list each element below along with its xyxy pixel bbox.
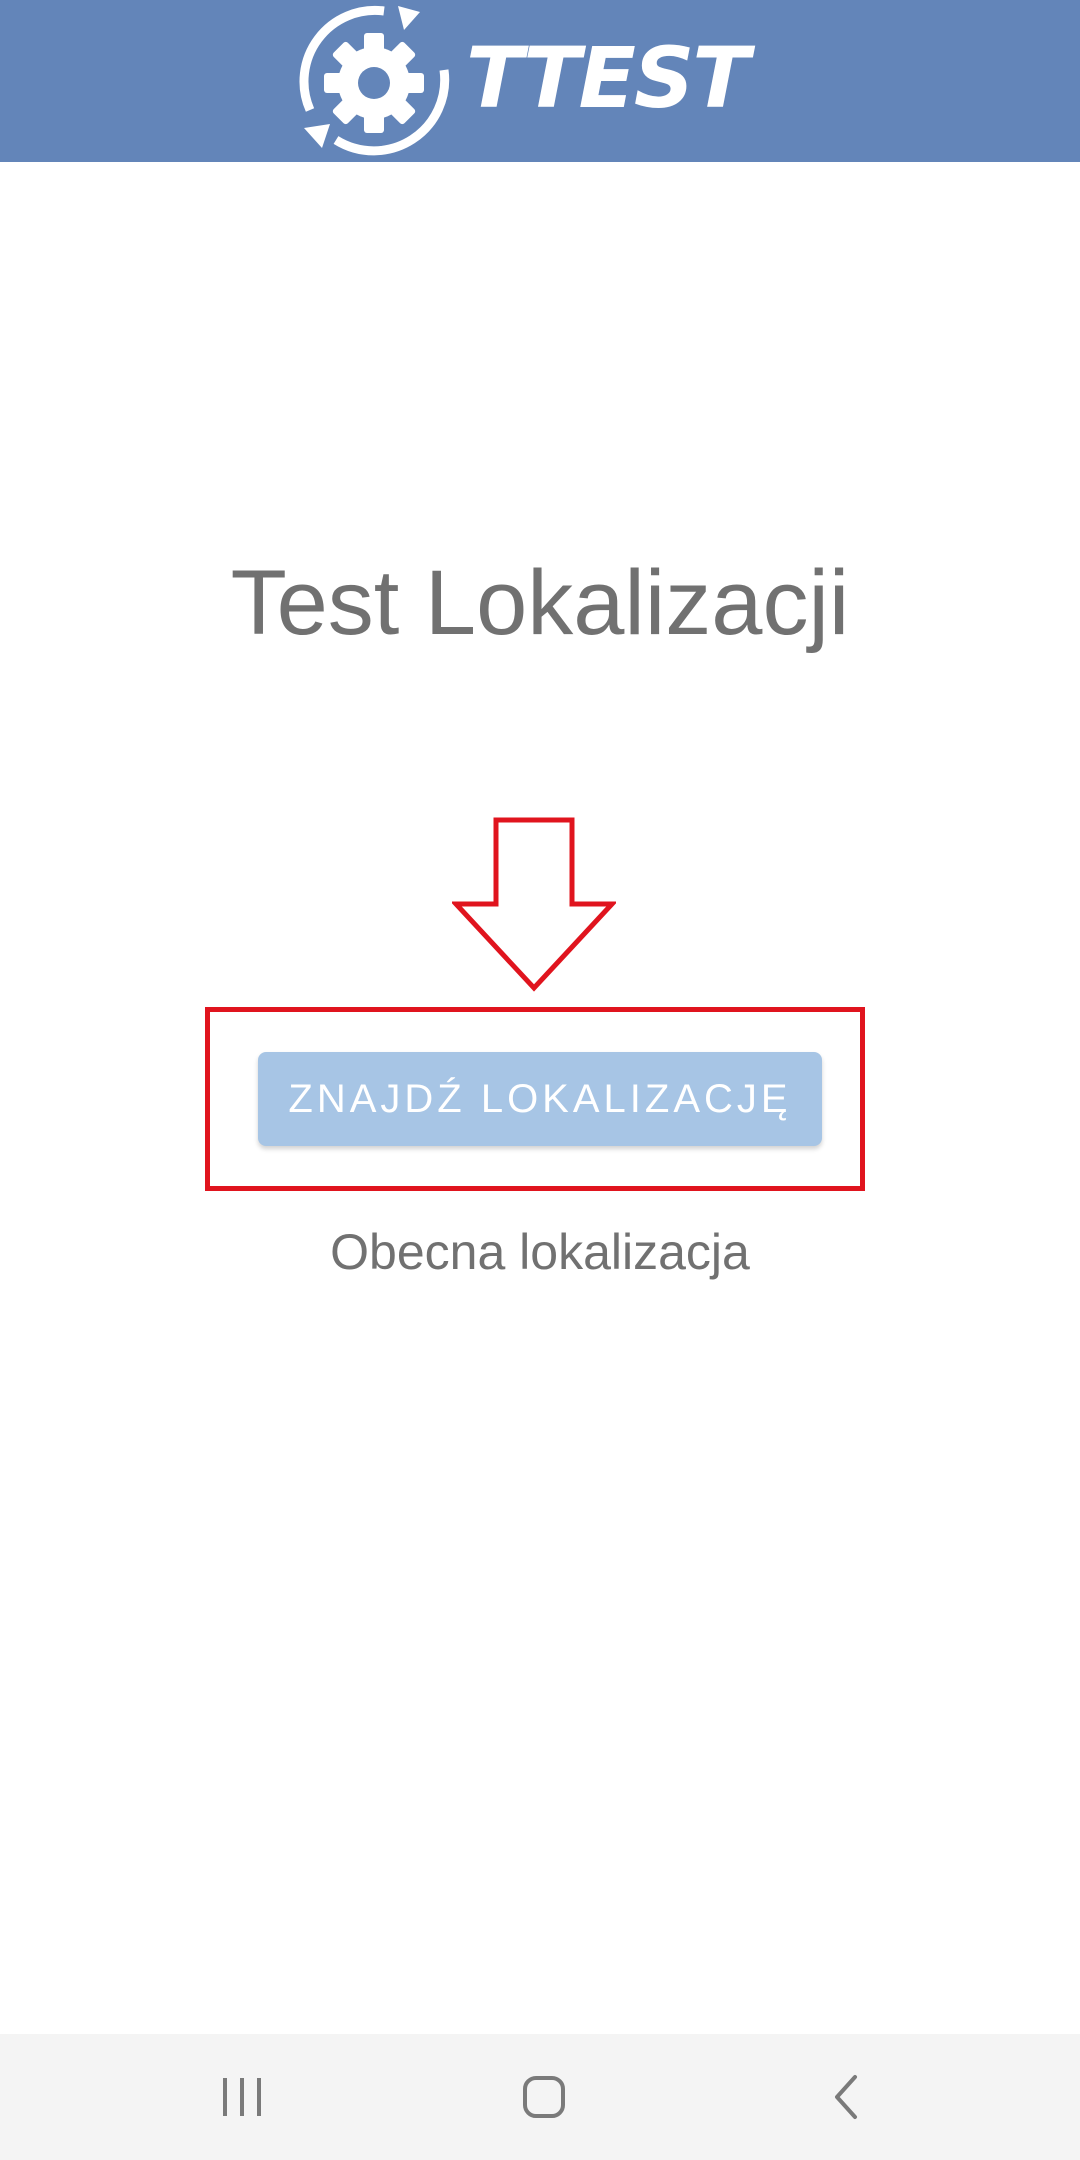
red-arrow-annotation [452, 817, 616, 992]
home-button[interactable] [484, 2034, 604, 2160]
recent-apps-button[interactable] [182, 2034, 302, 2160]
app-header: TTEST [0, 0, 1080, 162]
home-icon [523, 2076, 565, 2118]
system-navigation-bar [0, 2034, 1080, 2160]
back-icon [835, 2075, 857, 2119]
find-location-button[interactable]: ZNAJDŹ LOKALIZACJĘ [258, 1052, 822, 1146]
current-location-label: Obecna lokalizacja [330, 1224, 750, 1280]
page-title: Test Lokalizacji [230, 552, 850, 654]
logo-wordmark: TTEST [466, 29, 750, 127]
back-button[interactable] [788, 2034, 908, 2160]
app-logo: TTEST [296, 0, 786, 162]
recent-apps-icon [223, 2078, 261, 2116]
gear-cycle-icon [299, 5, 450, 156]
